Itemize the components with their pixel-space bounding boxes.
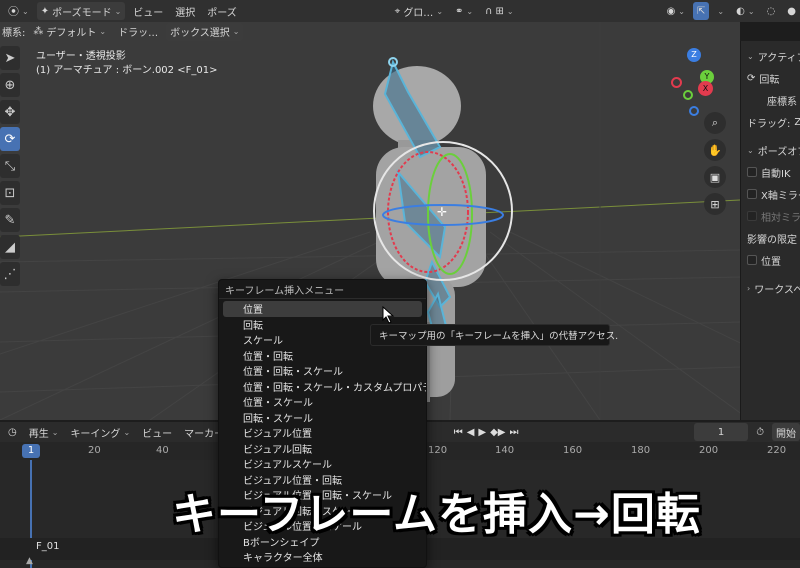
neg-z-axis-ball[interactable] — [689, 106, 699, 116]
z-axis-ball[interactable]: Z — [687, 48, 701, 62]
view-tools: ⌕ ✋ ▣ ⊞ — [704, 112, 726, 220]
menu-item[interactable]: 位置・回転・スケール・カスタムプロパティ — [219, 379, 426, 395]
svg-text:✛: ✛ — [437, 205, 447, 219]
menu-view[interactable]: ビュー — [129, 2, 167, 20]
menu-item[interactable]: 位置・スケール — [219, 394, 426, 410]
pivot-dropdown-2[interactable]: ⁂ デフォルト ⌄ — [29, 23, 110, 41]
menu-item[interactable]: 位置・回転 — [219, 348, 426, 364]
key-marker-icon: ▲ — [26, 556, 33, 566]
link-icon: ⚭ — [455, 5, 464, 17]
coord-label: 標系: — [2, 28, 26, 39]
x-axis-ball[interactable]: X — [698, 81, 713, 96]
tool-settings-bar: 標系: ⁂ デフォルト ⌄ ドラッ… ボックス選択 ⌄ — [0, 22, 740, 41]
menu-keying[interactable]: キーイング ⌄ — [66, 423, 134, 441]
location-checkbox[interactable]: 位置 — [741, 249, 800, 271]
section-pose-options[interactable]: ⌄ポーズオプ — [741, 139, 800, 161]
orientation-icon: ⌖ — [394, 5, 401, 17]
drag-label: ドラッグ: — [747, 118, 791, 130]
gizmo-toggle[interactable]: ⇱ — [693, 2, 710, 20]
drag-dropdown[interactable]: ドラッ… — [114, 23, 162, 41]
neg-x-axis-ball[interactable] — [671, 77, 682, 88]
overlay-icon: ◐ — [736, 5, 745, 17]
transform-icon[interactable]: ⊡ — [0, 181, 20, 205]
current-frame-field[interactable]: 1 — [693, 423, 749, 441]
xray-toggle[interactable]: ◐ ⌄ — [732, 2, 758, 20]
pivot-icon: ⁂ — [33, 26, 44, 37]
solid-icon: ● — [787, 5, 796, 17]
timeline-editor-type[interactable]: ◷ — [4, 423, 21, 441]
pivot-dropdown[interactable]: ⚭ ⌄ — [451, 2, 477, 20]
coord-sys-label: 座標系 — [767, 96, 797, 108]
drag-value[interactable]: Z — [794, 117, 800, 128]
measure-icon[interactable]: ◢ — [0, 235, 20, 259]
menu-pose[interactable]: ポーズ — [203, 2, 241, 20]
object-info: (1) アーマチュア : ボーン.002 <F_01> — [36, 65, 218, 76]
view-name: ユーザー・透視投影 — [36, 51, 126, 62]
jump-start-icon[interactable]: ⏮ — [454, 427, 463, 438]
menu-item[interactable]: ビジュアルスケール — [219, 456, 426, 472]
clock-icon: ◷ — [8, 426, 17, 438]
wireframe-icon: ◌ — [766, 5, 776, 17]
start-frame-field[interactable]: 開始 — [772, 423, 800, 441]
bone-size-icon[interactable]: ⋰ — [0, 262, 20, 286]
left-toolbar: ➤ ⊕ ✥ ⟳ ⤡ ⊡ ✎ ◢ ⋰ — [0, 46, 22, 289]
scale-icon[interactable]: ⤡ — [0, 154, 20, 178]
mode-dropdown[interactable]: ✦ ポーズモード ⌄ — [36, 2, 126, 20]
sidebar-panel: ⌄アクティブ ⟳回転 座標系 ドラッグ:Z ⌄ポーズオプ 自動IK X軸ミラー … — [740, 41, 800, 420]
play-icon[interactable]: ▶ — [478, 427, 486, 438]
visibility-dropdown[interactable]: ◉ ⌄ — [663, 2, 689, 20]
gizmo-icon: ⇱ — [697, 5, 706, 17]
section-workspace[interactable]: ›ワークスペー — [741, 277, 800, 299]
navigation-gizmo[interactable]: Z Y X — [660, 48, 730, 118]
menu-timeline-view[interactable]: ビュー — [138, 423, 176, 441]
video-caption: キーフレームを挿入→回転 — [172, 489, 701, 540]
magnet-icon: ∩ — [485, 5, 493, 17]
tooltip: キーマップ用の「キーフレームを挿入」の代替アクセス. — [370, 324, 618, 346]
menu-item[interactable]: ビジュアル回転 — [219, 441, 426, 457]
channel-name: F_01 — [36, 541, 60, 552]
stopwatch-icon[interactable]: ⏱ — [752, 423, 768, 441]
cursor-3d-icon[interactable]: ⊕ — [0, 73, 20, 97]
select-cursor-icon[interactable]: ➤ — [0, 46, 20, 70]
affect-limit-label: 影響の限定 — [747, 234, 797, 246]
relative-mirror-checkbox[interactable]: 相対ミラー — [741, 205, 800, 227]
grid-ortho-icon[interactable]: ⊞ — [704, 193, 726, 215]
annotate-icon[interactable]: ✎ — [0, 208, 20, 232]
auto-ik-checkbox[interactable]: 自動IK — [741, 161, 800, 183]
snap-grid-icon: ⊞ — [495, 5, 504, 17]
play-reverse-icon[interactable]: ◀ — [467, 427, 475, 438]
section-active-tool[interactable]: ⌄アクティブ — [741, 45, 800, 67]
neg-y-axis-ball[interactable] — [683, 90, 693, 100]
eye-icon: ◉ — [666, 5, 676, 17]
viewport-header: ⦿ ⌄ ✦ ポーズモード ⌄ ビュー 選択 ポーズ ⌖ グロ… ⌄ ⚭ ⌄ ∩ ⊞ ⌄ ◉ ⌄… — [0, 0, 800, 22]
camera-icon[interactable]: ▣ — [704, 166, 726, 188]
snap-toggle[interactable]: ∩ ⊞ ⌄ — [481, 2, 517, 20]
editor-type-button[interactable]: ⦿ ⌄ — [4, 2, 33, 20]
overlay-dropdown[interactable]: ⌄ — [713, 2, 728, 20]
mouse-cursor-icon — [382, 306, 395, 324]
select-mode-dropdown[interactable]: ボックス選択 ⌄ — [166, 22, 244, 41]
menu-title: キーフレーム挿入メニュー — [219, 280, 426, 299]
mode-label: ポーズモード — [52, 7, 112, 19]
rotate-tool-icon: ⟳ — [747, 72, 756, 84]
next-key-icon[interactable]: ◆▶ — [490, 427, 505, 438]
menu-item[interactable]: 位置・回転・スケール — [219, 363, 426, 379]
transform-orientation-dropdown[interactable]: ⌖ グロ… ⌄ — [391, 2, 447, 20]
menu-item[interactable]: 回転・スケール — [219, 410, 426, 426]
playhead-frame[interactable]: 1 — [22, 444, 40, 458]
pose-mode-icon: ✦ — [40, 5, 50, 17]
menu-playback[interactable]: 再生 ⌄ — [25, 423, 63, 441]
shading-solid[interactable]: ● — [783, 2, 800, 20]
move-icon[interactable]: ✥ — [0, 100, 20, 124]
menu-item[interactable]: キャラクター全体 — [219, 549, 426, 565]
x-mirror-checkbox[interactable]: X軸ミラー — [741, 183, 800, 205]
menu-item[interactable]: ビジュアル位置 — [219, 425, 426, 441]
shading-wire[interactable]: ◌ — [763, 2, 780, 20]
rotate-icon[interactable]: ⟳ — [0, 127, 20, 151]
menu-select[interactable]: 選択 — [171, 2, 199, 20]
hand-pan-icon[interactable]: ✋ — [704, 139, 726, 161]
zoom-icon[interactable]: ⌕ — [704, 112, 726, 134]
jump-end-icon[interactable]: ⏭ — [509, 427, 518, 438]
